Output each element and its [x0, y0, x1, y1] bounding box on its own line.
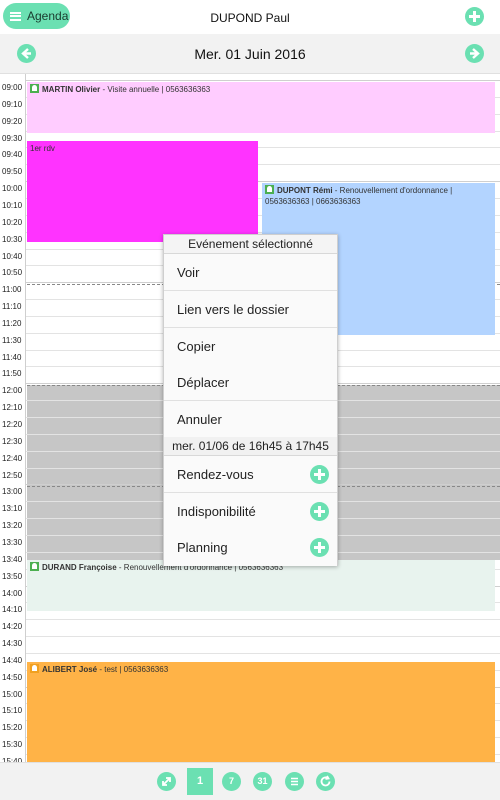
time-label: 15:20 [2, 723, 23, 733]
grid-line [26, 652, 500, 654]
time-label: 10:50 [2, 268, 23, 278]
time-label: 09:40 [2, 150, 23, 160]
time-column: 09:00 09:10 09:20 09:30 09:40 09:50 10:00 10:10… [0, 74, 26, 762]
time-label: 09:20 [2, 116, 23, 126]
person-icon [265, 185, 274, 194]
time-label: 10:10 [2, 200, 23, 210]
time-label: 14:10 [2, 605, 23, 615]
time-label: 13:10 [2, 504, 23, 514]
week-view-button[interactable]: 7 [222, 772, 241, 791]
time-label: 10:40 [2, 251, 23, 261]
event-patient-name: MARTIN Olivier [42, 85, 101, 94]
time-label: 11:30 [2, 335, 22, 345]
time-label: 10:20 [2, 217, 23, 227]
time-label: 12:40 [2, 453, 23, 463]
time-label: 11:00 [2, 285, 22, 295]
menu-item-deplacer[interactable]: Déplacer [164, 364, 337, 401]
time-label: 15:00 [2, 689, 23, 699]
event-first-appointment[interactable]: 1er rdv [27, 141, 258, 242]
time-label: 09:10 [2, 99, 23, 109]
event-context-menu: Evénement sélectionné Voir Lien vers le … [163, 234, 338, 566]
time-label: 11:10 [2, 302, 22, 312]
menu-item-rendez-vous[interactable]: Rendez-vous [164, 456, 337, 493]
menu-item-copier[interactable]: Copier [164, 328, 337, 365]
time-label: 12:20 [2, 420, 23, 429]
time-label: 11:20 [2, 318, 22, 328]
selected-time-range: mer. 01/06 de 16h45 à 17h45 [164, 437, 337, 456]
time-label: 13:20 [2, 521, 23, 531]
grid-line [26, 636, 500, 638]
time-label: 13:30 [2, 537, 23, 547]
current-date-title: Mer. 01 Juin 2016 [194, 46, 306, 62]
time-label: 15:30 [2, 740, 23, 750]
grid-line [26, 619, 500, 621]
time-label: 15:10 [2, 706, 23, 716]
event-patient-name: DUPONT Rémi [277, 186, 333, 195]
add-icon[interactable] [310, 465, 329, 484]
menu-item-indisponibilite[interactable]: Indisponibilité [164, 493, 337, 530]
time-label: 12:00 [2, 386, 23, 396]
time-label: 13:00 [2, 487, 23, 497]
menu-item-label: Rendez-vous [177, 467, 254, 482]
time-label: 09:50 [2, 167, 23, 177]
time-label: 12:10 [2, 403, 23, 413]
home-icon [30, 664, 39, 673]
person-icon [30, 562, 39, 571]
bottom-toolbar: 1 7 31 [0, 762, 500, 800]
time-label: 12:30 [2, 436, 23, 446]
time-label: 09:00 [2, 83, 23, 92]
time-label: 14:30 [2, 639, 23, 649]
date-navigation-bar: Mer. 01 Juin 2016 [0, 34, 500, 74]
next-arrow-icon[interactable] [465, 44, 484, 63]
time-label: 13:50 [2, 571, 23, 581]
add-icon[interactable] [465, 7, 484, 26]
time-label: 11:50 [2, 369, 22, 379]
refresh-icon[interactable] [316, 772, 335, 791]
event-patient-name: ALIBERT José [42, 665, 98, 674]
grid-line [26, 80, 500, 81]
time-label: 10:30 [2, 234, 23, 244]
event-detail: - Visite annuelle | 0563636363 [100, 85, 211, 94]
month-view-button[interactable]: 31 [253, 772, 272, 791]
time-label: 14:40 [2, 655, 23, 665]
day-view-button[interactable]: 1 [187, 768, 213, 795]
time-label: 14:20 [2, 622, 23, 632]
event-patient-name: DURAND Françoise [42, 563, 117, 572]
menu-item-annuler[interactable]: Annuler [164, 401, 337, 438]
event-alibert-jose[interactable]: ALIBERT José - test | 0563636363 [27, 662, 495, 762]
add-icon[interactable] [310, 502, 329, 521]
menu-item-label: Indisponibilité [177, 504, 256, 519]
menu-item-label: Planning [177, 540, 228, 555]
time-label: 10:00 [2, 184, 23, 194]
event-martin-olivier[interactable]: MARTIN Olivier - Visite annuelle | 05636… [27, 82, 495, 133]
time-label: 13:40 [2, 554, 23, 564]
time-label: 14:00 [2, 588, 23, 598]
time-label: 09:30 [2, 133, 23, 143]
list-icon[interactable] [285, 772, 304, 791]
event-durand-francoise[interactable]: DURAND Françoise - Renouvellement d'ordo… [27, 560, 495, 611]
menu-item-lien-dossier[interactable]: Lien vers le dossier [164, 291, 337, 328]
menu-item-voir[interactable]: Voir [164, 254, 337, 291]
time-label: 14:50 [2, 672, 23, 682]
add-icon[interactable] [310, 538, 329, 557]
menu-item-planning[interactable]: Planning [164, 529, 337, 566]
expand-icon[interactable] [157, 772, 176, 791]
agenda-app: Agenda DUPOND Paul Mer. 01 Juin 2016 09:… [0, 0, 500, 800]
event-detail: - test | 0563636363 [97, 665, 169, 674]
time-label: 12:50 [2, 470, 23, 480]
context-menu-title: Evénement sélectionné [164, 235, 337, 254]
event-label: 1er rdv [30, 144, 55, 153]
time-label: 11:40 [2, 352, 22, 362]
person-icon [30, 84, 39, 93]
user-name: DUPOND Paul [210, 11, 290, 25]
top-bar: Agenda DUPOND Paul [0, 0, 500, 34]
